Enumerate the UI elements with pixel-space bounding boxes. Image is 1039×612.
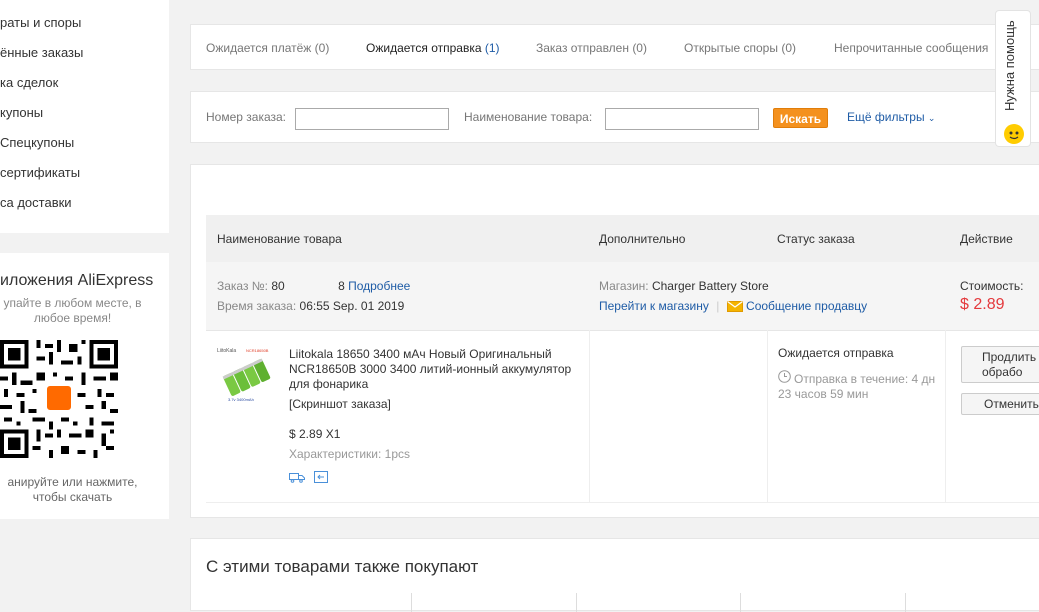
sidebar-item-deals[interactable]: ка сделок (0, 75, 58, 90)
column-divider (767, 330, 768, 502)
sidebar-item-delivery-address[interactable]: са доставки (0, 195, 72, 210)
more-filters-label: Ещё фильтры (847, 110, 925, 124)
order-number-label: Номер заказа: (206, 110, 287, 124)
orders-table-header: Наименование товара Дополнительно Статус… (206, 215, 1039, 262)
tab-open-disputes[interactable]: Открытые споры (0) (684, 41, 796, 55)
sidebar-item-deleted-orders[interactable]: ённые заказы (0, 45, 83, 60)
message-seller-link[interactable]: Сообщение продавцу (746, 299, 867, 313)
tab-awaiting-payment[interactable]: Ожидается платёж (0) (206, 41, 329, 55)
app-download-subtitle-1: упайте в любом месте, в (3, 296, 142, 310)
also-bought-section: С этими товарами также покупают (190, 538, 1039, 612)
help-label: Нужна помощь (1002, 20, 1017, 111)
order-number-input[interactable] (295, 108, 449, 130)
cost-label: Стоимость: (960, 279, 1024, 293)
column-divider (945, 330, 946, 502)
sidebar-item-disputes[interactable]: раты и споры (0, 15, 81, 30)
order-filter-bar: Номер заказа: Наименование товара: Искат… (190, 91, 1039, 143)
column-divider (589, 330, 590, 502)
order-number: Заказ №: 80 8 Подробнее (217, 279, 411, 293)
product-specs: Характеристики: 1pcs (289, 447, 410, 461)
product-name-input[interactable] (605, 108, 759, 130)
order-store: Магазин: Charger Battery Store (599, 279, 769, 293)
product-name-label: Наименование товара: (464, 110, 593, 124)
sidebar-item-special-coupons[interactable]: Спецкупоны (0, 135, 74, 150)
product-divider (411, 593, 412, 612)
app-download-box: иложения AliExpress упайте в любом месте… (0, 253, 169, 519)
cancel-order-button[interactable]: Отменить (961, 393, 1039, 415)
tab-shipped[interactable]: Заказ отправлен (0) (536, 41, 647, 55)
image-model-text: NCR18650B (246, 348, 269, 353)
image-caption-text: 3.7v 3400mAh (228, 397, 254, 402)
help-widget[interactable]: Нужна помощь (995, 10, 1031, 147)
product-divider (740, 593, 741, 612)
app-download-footer-2: чтобы скачать (32, 490, 113, 504)
app-download-footer-1: анируйте или нажмите, (7, 475, 138, 489)
product-name-link[interactable]: Liitokala 18650 3400 мАч Новый Оригиналь… (289, 347, 589, 392)
product-divider (905, 593, 906, 612)
account-sidebar-menu: раты и споры ённые заказы ка сделок купо… (0, 0, 169, 233)
go-to-store-link[interactable]: Перейти к магазину (599, 299, 709, 313)
assistant-face-icon (1004, 124, 1024, 144)
order-item-row: LiitoKala NCR18650B 3.7v 3400mAh Liitoka… (206, 330, 1039, 503)
envelope-icon (726, 301, 743, 315)
return-icon[interactable] (314, 470, 328, 488)
orders-panel: Наименование товара Дополнительно Статус… (190, 164, 1039, 518)
product-price-qty: $ 2.89 X1 (289, 427, 341, 441)
image-brand-text: LiitoKala (217, 348, 236, 354)
product-divider (576, 593, 577, 612)
col-additional: Дополнительно (599, 232, 686, 246)
sidebar-item-certificates[interactable]: сертификаты (0, 165, 80, 180)
extend-processing-button[interactable]: Продлить обрабо (961, 346, 1039, 383)
shipping-countdown: Отправка в течение: 4 дн 23 часов 59 мин (778, 372, 936, 401)
order-status-tabs: Ожидается платёж (0) Ожидается отправка … (190, 24, 1039, 70)
order-header: Заказ №: 80 8 Подробнее Время заказа: 06… (206, 262, 1039, 331)
chevron-down-icon: ⌄ (927, 113, 936, 123)
col-order-status: Статус заказа (777, 232, 855, 246)
col-action: Действие (960, 232, 1013, 246)
order-details-link[interactable]: Подробнее (348, 279, 410, 293)
more-filters-link[interactable]: Ещё фильтры ⌄ (847, 110, 935, 124)
delivery-truck-icon[interactable] (289, 470, 305, 488)
search-button[interactable]: Искать (773, 108, 828, 128)
order-cost: $ 2.89 (960, 296, 1005, 313)
tab-awaiting-shipment[interactable]: Ожидается отправка (1) (366, 41, 500, 55)
app-download-subtitle-2: любое время! (33, 311, 112, 325)
app-download-title: иложения AliExpress (0, 272, 154, 289)
col-product-name: Наименование товара (217, 232, 342, 246)
also-bought-title: С этими товарами также покупают (206, 557, 479, 576)
product-thumbnail[interactable]: LiitoKala NCR18650B 3.7v 3400mAh (216, 345, 274, 403)
store-actions: Перейти к магазину | Сообщение продавцу (599, 299, 868, 315)
tab-unread-messages[interactable]: Непрочитанные сообщения (834, 41, 988, 55)
order-status: Ожидается отправка (778, 346, 894, 360)
order-time: Время заказа: 06:55 Sep. 01 2019 (217, 299, 405, 313)
order-snapshot-link[interactable]: [Скриншот заказа] (289, 397, 391, 411)
aliexpress-logo-icon (45, 384, 73, 412)
sidebar-item-coupons[interactable]: купоны (0, 105, 43, 120)
